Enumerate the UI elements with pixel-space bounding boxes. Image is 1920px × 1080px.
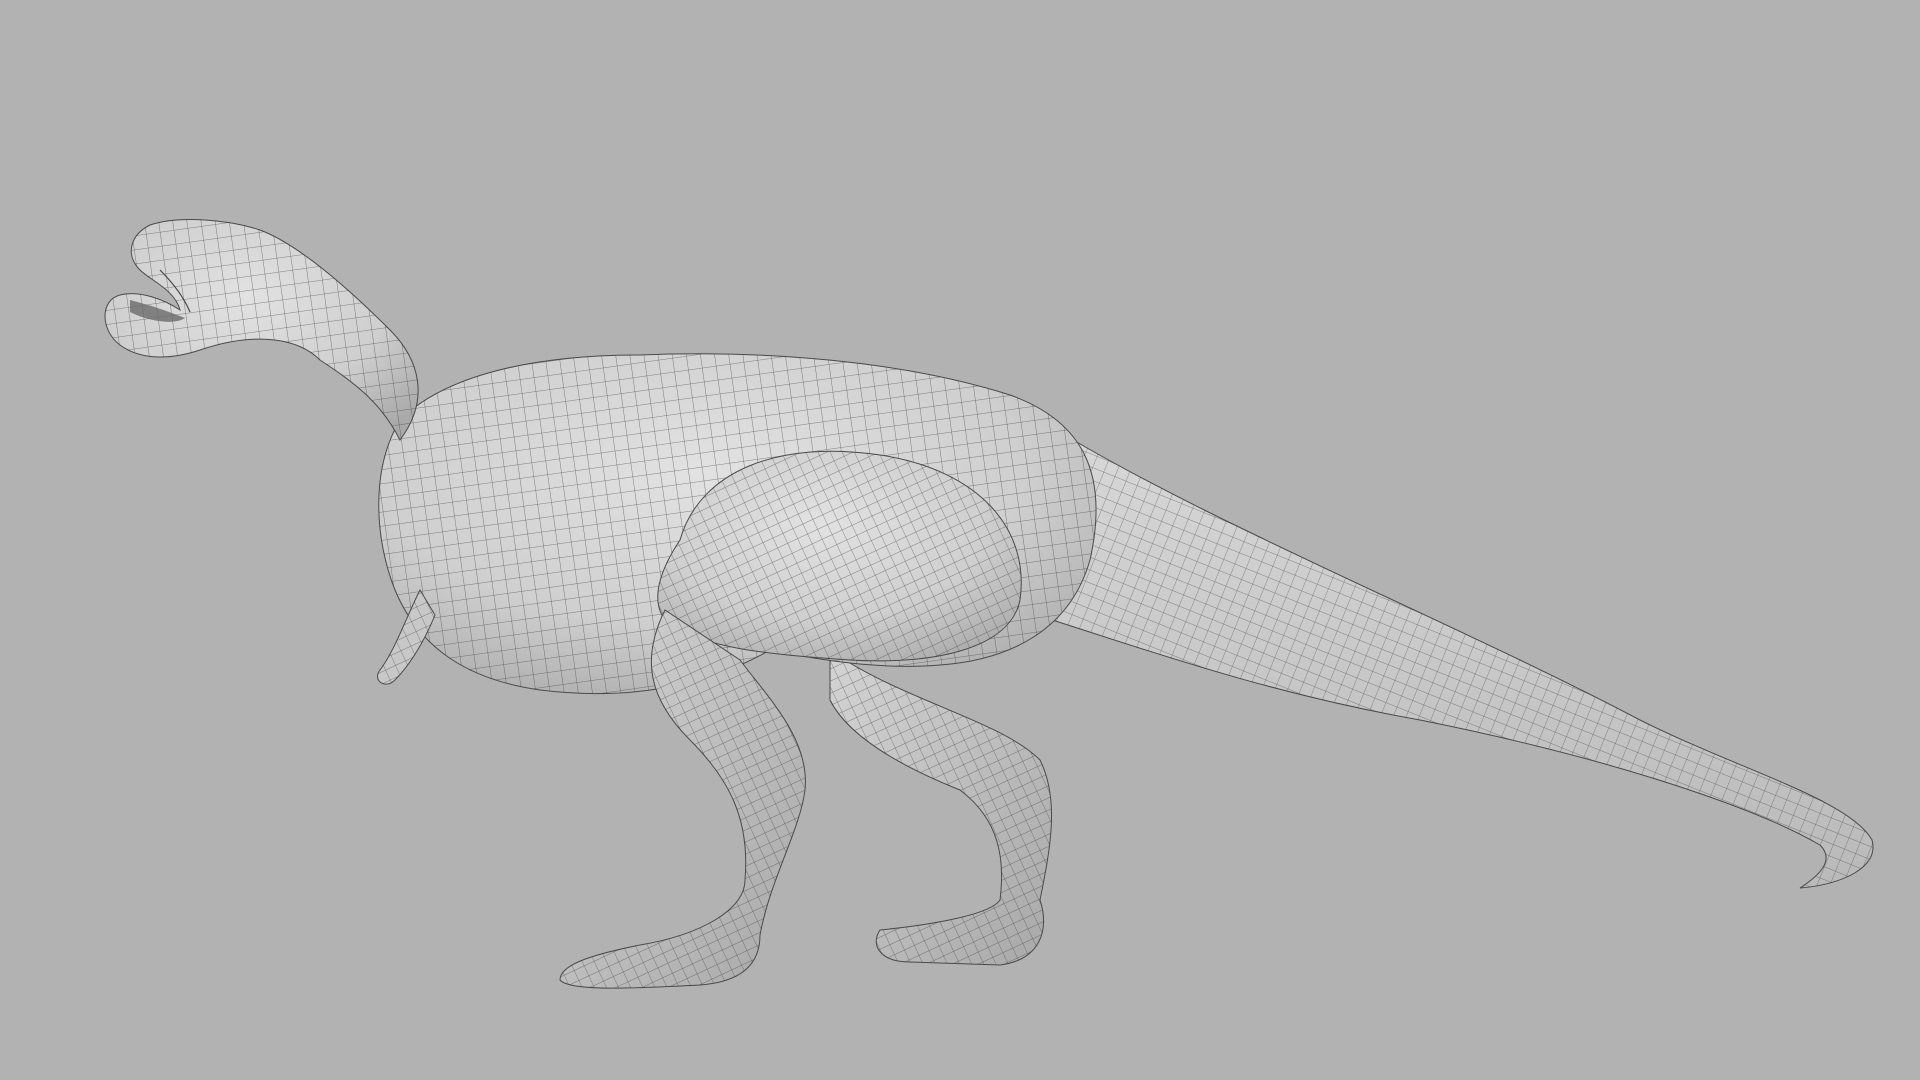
t-rex-model[interactable] xyxy=(104,219,1874,989)
3d-viewport[interactable] xyxy=(0,0,1920,1080)
head-neck-mesh xyxy=(104,219,419,441)
far-leg-mesh xyxy=(829,649,1052,966)
tail-mesh xyxy=(1019,419,1874,889)
viewport-canvas[interactable] xyxy=(0,0,1920,1080)
